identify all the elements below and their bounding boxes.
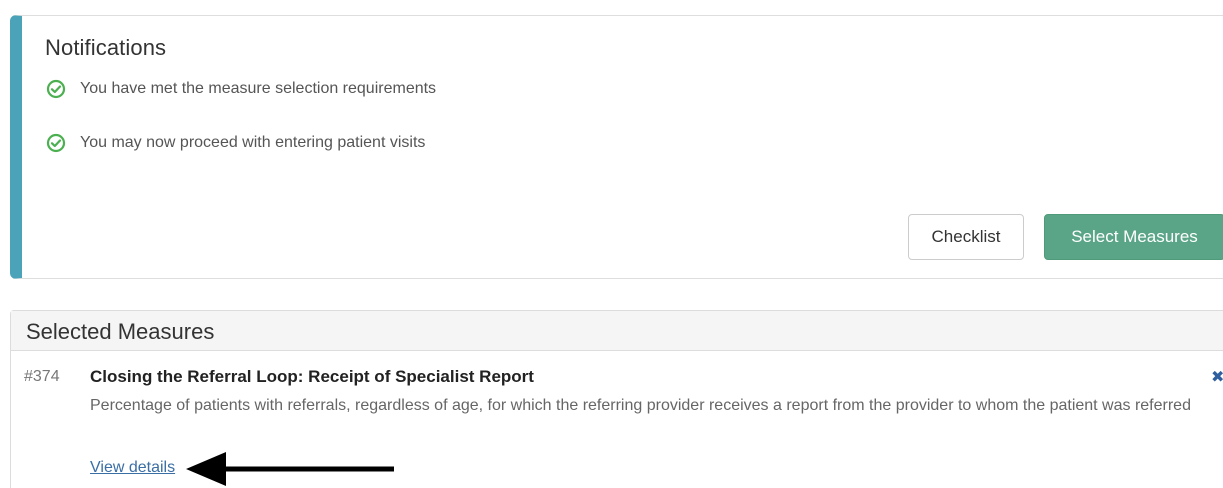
notification-text: You have met the measure selection requi… bbox=[80, 80, 437, 97]
selected-measures-title: Selected Measures bbox=[26, 319, 215, 344]
checklist-button[interactable]: Checklist bbox=[908, 214, 1024, 260]
notification-text: You may now proceed with entering patien… bbox=[80, 134, 426, 151]
select-measures-button[interactable]: Select Measures bbox=[1044, 214, 1223, 260]
measure-description: Percentage of patients with referrals, r… bbox=[90, 397, 1191, 414]
page: Notifications You have met the measure s… bbox=[0, 0, 1223, 488]
check-circle-icon bbox=[46, 79, 66, 99]
notification-item: You may now proceed with entering patien… bbox=[46, 133, 425, 153]
close-icon[interactable]: ✖ bbox=[1211, 367, 1223, 387]
check-circle-icon bbox=[46, 133, 66, 153]
measure-name: Closing the Referral Loop: Receipt of Sp… bbox=[90, 367, 534, 386]
notification-item: You have met the measure selection requi… bbox=[46, 79, 436, 99]
view-details-link[interactable]: View details bbox=[90, 459, 175, 477]
arrow-annotation-icon bbox=[186, 452, 394, 486]
notifications-title: Notifications bbox=[45, 35, 167, 60]
notifications-panel: Notifications You have met the measure s… bbox=[10, 15, 1223, 279]
selected-measures-header: Selected Measures bbox=[11, 311, 1223, 351]
measure-number: #374 bbox=[24, 368, 60, 385]
